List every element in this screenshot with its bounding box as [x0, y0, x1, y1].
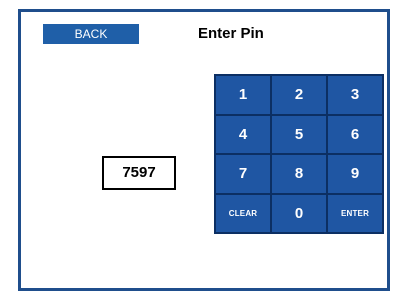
key-4[interactable]: 4	[215, 114, 271, 154]
key-6[interactable]: 6	[327, 114, 383, 154]
page-title: Enter Pin	[198, 25, 264, 42]
key-2[interactable]: 2	[271, 75, 327, 115]
pin-display: 7597	[102, 156, 176, 190]
numeric-keypad: 1 2 3 4 5 6 7 8 9 CLEAR 0 ENTER	[214, 74, 384, 234]
enter-key[interactable]: ENTER	[327, 193, 383, 233]
key-0[interactable]: 0	[271, 193, 327, 233]
clear-key[interactable]: CLEAR	[215, 193, 271, 233]
key-1[interactable]: 1	[215, 75, 271, 115]
key-7[interactable]: 7	[215, 154, 271, 194]
key-5[interactable]: 5	[271, 114, 327, 154]
key-8[interactable]: 8	[271, 154, 327, 194]
key-9[interactable]: 9	[327, 154, 383, 194]
key-3[interactable]: 3	[327, 75, 383, 115]
back-button[interactable]: BACK	[43, 24, 139, 44]
